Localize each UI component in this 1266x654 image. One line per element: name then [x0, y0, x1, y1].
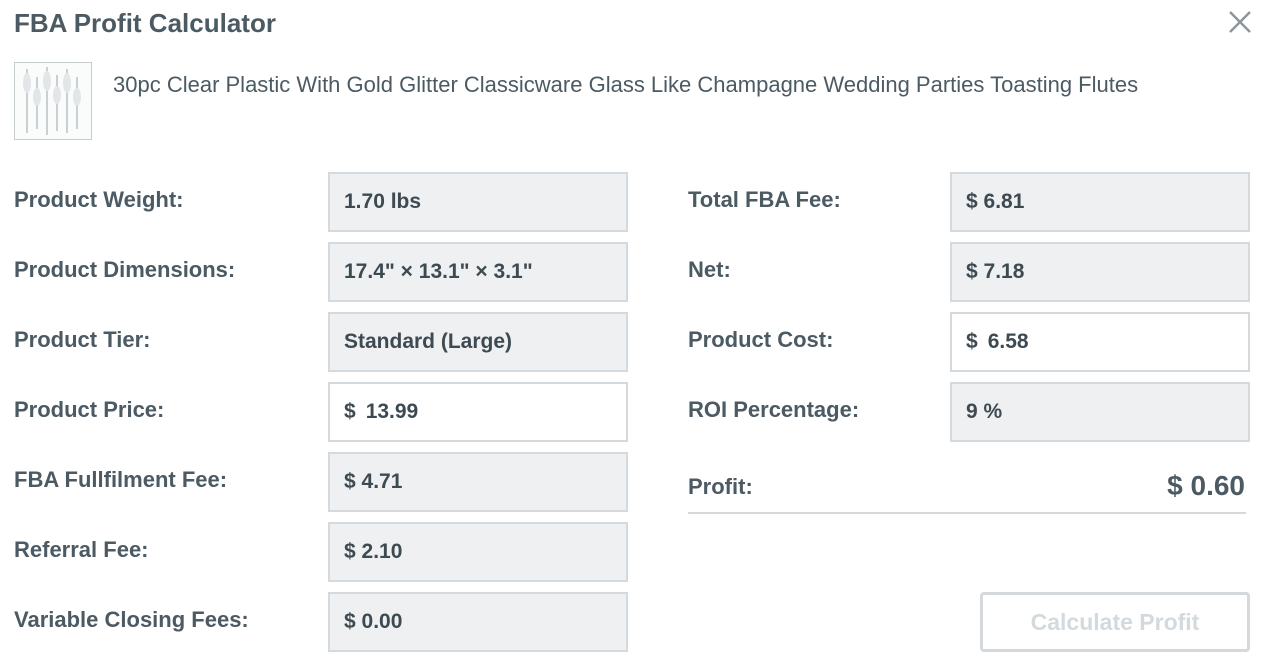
product-name: 30pc Clear Plastic With Gold Glitter Cla… [113, 72, 1139, 97]
referral-fee-field: $ 2.10 [328, 522, 628, 582]
product-cost-label: Product Cost: [688, 327, 834, 352]
product-tier-field: Standard (Large) [328, 312, 628, 372]
referral-fee-label: Referral Fee: [14, 537, 149, 562]
product-weight-label: Product Weight: [14, 187, 184, 212]
variable-closing-fees-field: $ 0.00 [328, 592, 628, 652]
roi-percentage-field: 9 % [950, 382, 1250, 442]
roi-percentage-label: ROI Percentage: [688, 397, 860, 422]
product-dimensions-field: 17.4" × 13.1" × 3.1" [328, 242, 628, 302]
currency-symbol: $ [966, 330, 978, 353]
net-label: Net: [688, 257, 731, 282]
product-thumbnail [14, 62, 92, 140]
product-dimensions-label: Product Dimensions: [14, 257, 236, 282]
product-tier-label: Product Tier: [14, 327, 151, 352]
product-price-field[interactable]: $ [328, 382, 628, 442]
profit-label: Profit: [688, 474, 753, 499]
currency-symbol: $ [344, 400, 356, 423]
close-icon[interactable] [1226, 8, 1254, 36]
product-cost-field[interactable]: $ [950, 312, 1250, 372]
profit-value: $ 0.60 [1167, 470, 1245, 501]
dialog-title: FBA Profit Calculator [14, 8, 276, 38]
fba-fulfilment-fee-label: FBA Fullfilment Fee: [14, 467, 228, 492]
product-cost-input[interactable] [987, 330, 1188, 354]
net-field: $ 7.18 [950, 242, 1250, 302]
total-fba-fee-field: $ 6.81 [950, 172, 1250, 232]
divider [688, 512, 1246, 514]
product-price-input[interactable] [365, 400, 566, 424]
variable-closing-fees-label: Variable Closing Fees: [14, 607, 249, 632]
total-fba-fee-label: Total FBA Fee: [688, 187, 841, 212]
product-weight-field: 1.70 lbs [328, 172, 628, 232]
product-price-label: Product Price: [14, 397, 165, 422]
calculate-profit-button[interactable]: Calculate Profit [980, 592, 1250, 652]
fba-fulfilment-fee-field: $ 4.71 [328, 452, 628, 512]
